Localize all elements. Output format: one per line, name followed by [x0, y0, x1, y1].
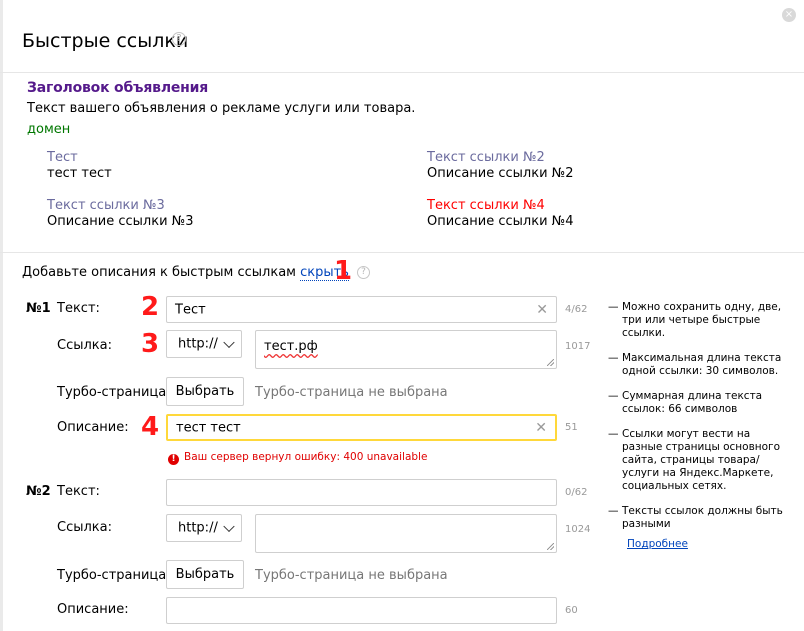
link-label: Ссылка:: [57, 520, 112, 535]
preview-sitelink-desc: Описание ссылки №4: [427, 214, 574, 229]
link-text-input[interactable]: Тест ✕: [166, 296, 557, 323]
chevron-down-icon: [223, 336, 235, 349]
description-counter: 51: [565, 422, 578, 433]
protocol-value: http://: [178, 336, 218, 352]
url-counter: 1024: [565, 524, 591, 535]
link-number: №2: [26, 484, 51, 499]
description-label: Описание:: [57, 602, 129, 617]
dialog-title: Быстрые ссылки: [22, 30, 189, 52]
link-number: №1: [26, 301, 51, 316]
tip-item: Тексты ссылок должны быть разными: [608, 505, 793, 531]
resize-handle-icon[interactable]: [547, 359, 554, 366]
resize-handle-icon[interactable]: [547, 543, 554, 550]
header-divider: [0, 72, 804, 73]
tip-item: Ссылки могут вести на разные страницы ос…: [608, 428, 793, 493]
clear-icon[interactable]: ✕: [535, 420, 547, 436]
preview-sitelink-title: Текст ссылки №4: [427, 198, 545, 213]
text-label: Текст:: [57, 484, 100, 499]
tip-item: Максимальная длина текста одной ссылки: …: [608, 352, 793, 378]
error-icon: !: [168, 454, 179, 465]
select-turbo-button[interactable]: Выбрать: [166, 377, 244, 406]
preview-sitelink-desc: Описание ссылки №3: [47, 214, 194, 229]
descriptions-hint: Добавьте описания к быстрым ссылкам скры…: [22, 265, 371, 281]
close-icon[interactable]: ×: [782, 8, 796, 22]
link-label: Ссылка:: [57, 338, 112, 353]
protocol-select[interactable]: http://: [166, 330, 242, 358]
turbo-status: Турбо-страница не выбрана: [255, 568, 448, 583]
preview-sitelink-title: Тест: [47, 150, 78, 165]
description-label: Описание:: [57, 420, 129, 435]
protocol-value: http://: [178, 520, 218, 536]
preview-divider: [0, 252, 804, 253]
preview-sitelink-desc: Описание ссылки №2: [427, 166, 574, 181]
error-message: ! Ваш сервер вернул ошибку: 400 unavailab…: [168, 451, 427, 465]
annotation-number: 1: [334, 256, 353, 286]
preview-domain: домен: [27, 122, 71, 137]
turbo-label: Турбо-страница:: [57, 568, 171, 583]
annotation-number: 3: [141, 329, 160, 359]
descriptions-hint-text: Добавьте описания к быстрым ссылкам: [22, 265, 296, 280]
description-value: тест тест: [176, 420, 241, 435]
link-text-value: Тест: [175, 302, 206, 317]
description-input[interactable]: [166, 597, 557, 624]
tip-item: Можно сохранить одну, две, три или четыр…: [608, 301, 793, 340]
annotation-number: 4: [141, 412, 160, 442]
preview-sitelink-desc: тест тест: [47, 166, 112, 181]
text-counter: 4/62: [565, 304, 588, 315]
chevron-down-icon: [223, 520, 235, 533]
text-label: Текст:: [57, 301, 100, 316]
turbo-label: Турбо-страница:: [57, 385, 171, 400]
text-counter: 0/62: [565, 487, 588, 498]
select-turbo-button[interactable]: Выбрать: [166, 560, 244, 589]
annotation-number: 2: [141, 292, 160, 322]
turbo-status: Турбо-страница не выбрана: [255, 385, 448, 400]
preview-ad-text: Текст вашего объявления о рекламе услуги…: [27, 101, 416, 116]
preview-ad-title: Заголовок объявления: [27, 80, 209, 96]
link-text-input[interactable]: [166, 479, 557, 506]
error-text: Ваш сервер вернул ошибку: 400 unavailabl…: [184, 451, 428, 463]
description-input[interactable]: тест тест ✕: [166, 414, 557, 441]
preview-sitelink-title: Текст ссылки №2: [427, 150, 545, 165]
tip-item: Суммарная длина текста ссылок: 66 символ…: [608, 390, 793, 416]
help-icon[interactable]: ?: [172, 32, 186, 46]
more-info-link[interactable]: Подробнее: [627, 538, 688, 550]
tips-list: Можно сохранить одну, две, три или четыр…: [608, 301, 793, 543]
quick-links-dialog: Быстрые ссылки ? × Заголовок объявления …: [0, 0, 804, 631]
url-textarea[interactable]: тест.рф: [255, 330, 557, 369]
help-icon[interactable]: ?: [357, 266, 371, 279]
url-value: тест.рф: [264, 339, 318, 354]
protocol-select[interactable]: http://: [166, 514, 242, 542]
window-edge: [0, 0, 3, 631]
description-counter: 60: [565, 605, 578, 616]
preview-sitelink-title: Текст ссылки №3: [47, 198, 165, 213]
clear-icon[interactable]: ✕: [536, 302, 548, 318]
url-counter: 1017: [565, 341, 591, 352]
url-textarea[interactable]: [255, 514, 557, 553]
